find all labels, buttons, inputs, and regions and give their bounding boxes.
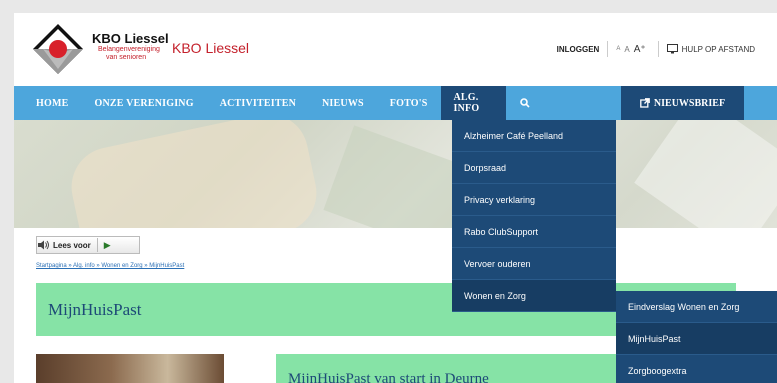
nav-alg-info[interactable]: ALG. INFO — [440, 86, 506, 120]
speaker-icon — [37, 238, 51, 252]
hero-banner — [14, 120, 777, 228]
brand-block: KBO Liessel Belangenvereniging van senio… — [92, 32, 169, 62]
dropdown-item-wonen-en-zorg[interactable]: Wonen en Zorg — [452, 280, 616, 312]
help-link[interactable]: HULP OP AFSTAND — [666, 44, 755, 54]
divider — [657, 41, 659, 57]
hero-decoration — [634, 120, 777, 228]
nav-search[interactable] — [506, 86, 544, 120]
divider — [607, 41, 609, 57]
nav-activiteiten[interactable]: ACTIVITEITEN — [207, 86, 309, 120]
lees-voor-label: Lees voor — [53, 240, 91, 250]
font-size-small[interactable]: A — [616, 46, 620, 52]
dropdown-item-alzheimer[interactable]: Alzheimer Café Peelland — [452, 120, 616, 152]
main-nav: HOME ONZE VERENIGING ACTIVITEITEN NIEUWS… — [14, 86, 777, 120]
dropdown-item-dorpsraad[interactable]: Dorpsraad — [452, 152, 616, 184]
nav-onze-vereniging[interactable]: ONZE VERENIGING — [81, 86, 206, 120]
help-label: HULP OP AFSTAND — [681, 44, 755, 54]
submenu-item-zorgboogextra[interactable]: Zorgboogextra — [616, 355, 777, 383]
monitor-icon — [666, 44, 678, 54]
search-icon — [519, 98, 530, 108]
top-links: INLOGGEN A A A⁺ HULP OP AFSTAND — [557, 41, 755, 57]
submenu-item-mijnhuispast[interactable]: MijnHuisPast — [616, 323, 777, 355]
submenu-item-eindverslag[interactable]: Eindverslag Wonen en Zorg — [616, 291, 777, 323]
hero-decoration — [64, 120, 324, 228]
newsletter-button[interactable]: NIEUWSBRIEF — [621, 86, 744, 120]
nav-fotos[interactable]: FOTO'S — [377, 86, 441, 120]
alg-info-dropdown: Alzheimer Café Peelland Dorpsraad Privac… — [452, 120, 616, 312]
page-title: MijnHuisPast — [48, 300, 142, 319]
font-size-large[interactable]: A⁺ — [634, 44, 646, 55]
article-title[interactable]: MijnHuisPast van start in Deurne — [288, 371, 489, 383]
divider — [96, 238, 98, 252]
article-title-box: MijnHuisPast van start in Deurne — [276, 354, 616, 383]
kbo-logo[interactable] — [32, 23, 84, 75]
site-title[interactable]: KBO Liessel — [172, 40, 249, 56]
brand-sub-1: Belangenvereniging — [98, 46, 160, 53]
article-image[interactable] — [36, 354, 224, 383]
brand-sub-2: van senioren — [106, 54, 147, 61]
page: KBO Liessel Belangenvereniging van senio… — [14, 13, 777, 383]
nav-nieuws[interactable]: NIEUWS — [309, 86, 377, 120]
dropdown-item-privacy[interactable]: Privacy verklaring — [452, 184, 616, 216]
site-header: KBO Liessel Belangenvereniging van senio… — [14, 13, 777, 86]
dropdown-item-vervoer[interactable]: Vervoer ouderen — [452, 248, 616, 280]
newsletter-label: NIEUWSBRIEF — [653, 97, 726, 109]
login-link[interactable]: INLOGGEN — [557, 45, 600, 54]
brand-name: KBO Liessel — [92, 31, 169, 46]
lees-voor-widget[interactable]: Lees voor ▶ — [36, 236, 140, 254]
nav-home[interactable]: HOME — [14, 86, 81, 120]
breadcrumb[interactable]: Startpagina » Alg. info » Wonen en Zorg … — [36, 263, 184, 269]
external-link-icon — [640, 98, 650, 108]
font-size-medium[interactable]: A — [624, 45, 629, 54]
wonen-en-zorg-submenu: Eindverslag Wonen en Zorg MijnHuisPast Z… — [616, 291, 777, 383]
play-icon[interactable]: ▶ — [104, 240, 111, 251]
dropdown-item-rabo[interactable]: Rabo ClubSupport — [452, 216, 616, 248]
